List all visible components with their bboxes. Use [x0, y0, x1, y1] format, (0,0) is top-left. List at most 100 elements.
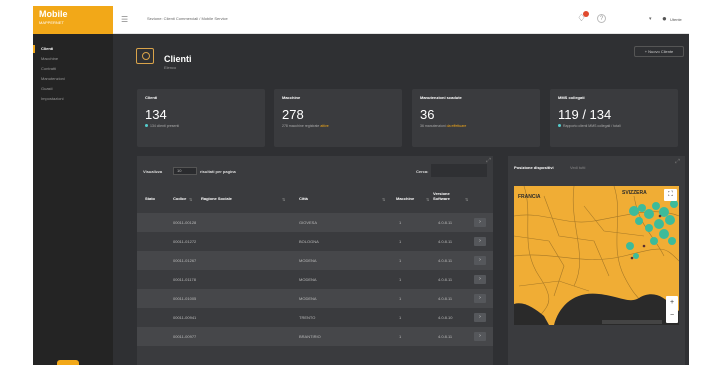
stat-desc-text: 278 macchine registrate [282, 124, 320, 128]
logo-title: Mobile [39, 9, 68, 19]
breadcrumb: Sezione: Clienti Commerciali / Mobile Se… [147, 16, 228, 21]
sidebar-item-guasti[interactable]: Guasti [33, 84, 113, 94]
page-size-select[interactable]: 10 [173, 167, 197, 175]
new-client-button[interactable]: + Nuovo Cliente [634, 46, 684, 57]
cell-code: 00011-01267 [173, 258, 197, 263]
stat-label: MMS collegati [558, 95, 585, 100]
sidebar-item-contratti[interactable]: Contratti [33, 64, 113, 74]
col-header-versione[interactable]: Versione Software [433, 191, 463, 201]
cell-machines: 1 [399, 277, 402, 282]
cell-version: 4.0.8.11 [438, 296, 453, 301]
page-size-label: Visualizza [143, 169, 163, 174]
stat-label: Manutenzioni scadute [420, 95, 462, 100]
col-header-macchine[interactable]: Macchine [396, 196, 414, 201]
search-input[interactable] [431, 164, 487, 177]
table-row[interactable]: 00011-01272 BOLOGNA 1 4.0.8.11 › [137, 232, 493, 251]
stat-desc: 36 manutenzioni da effettuare [420, 124, 532, 128]
zoom-in-button[interactable]: + [666, 296, 678, 309]
map-label: SVIZZERA [622, 190, 647, 196]
stat-label: Macchine [282, 95, 301, 100]
cell-code: 00011-00977 [173, 334, 197, 339]
table-row[interactable]: 00011-01178 MODENA 1 4.0.8.11 › [137, 270, 493, 289]
stat-card-machines: Macchine 278 278 macchine registrate att… [274, 89, 402, 147]
row-action-button[interactable]: › [474, 256, 486, 265]
sort-icon[interactable]: ⇅ [382, 197, 385, 202]
zoom-control: + − [666, 296, 678, 323]
user-icon[interactable]: ● [662, 14, 667, 23]
user-name[interactable]: Utente [670, 17, 682, 22]
map-label: FRANCIA [518, 194, 541, 200]
cell-code: 00011-01005 [173, 296, 197, 301]
stat-desc-text: Rapporto clienti MMS collegati / totali [563, 124, 621, 128]
col-header-citta[interactable]: Città [299, 196, 308, 201]
table-row[interactable]: 00011-00128 GIOVESA 1 4.0.8.11 › [137, 213, 493, 232]
stat-desc-text: 36 manutenzioni [420, 124, 446, 128]
sidebar-item-clienti[interactable]: Clienti [33, 44, 113, 54]
cell-machines: 1 [399, 334, 402, 339]
fullscreen-icon[interactable]: ⛶ [664, 189, 677, 201]
cell-code: 00011-01178 [173, 277, 196, 282]
cell-version: 4.0.8.11 [438, 277, 453, 282]
cell-city: GIOVESA [299, 220, 318, 225]
stat-desc-highlight: da effettuare [446, 124, 467, 128]
cell-machines: 1 [399, 220, 402, 225]
page-subtitle: Elenco [164, 65, 177, 70]
table-row[interactable]: 00011-01005 MODENA 1 4.0.8.11 › [137, 289, 493, 308]
main-content: Clienti Elenco + Nuovo Cliente Clienti 1… [113, 34, 689, 365]
device-map[interactable]: FRANCIA SVIZZERA ⛶ + − [514, 186, 679, 325]
col-header-ragione-sociale[interactable]: Ragione Sociale [201, 196, 232, 201]
cell-city: BOLOGNA [299, 239, 319, 244]
status-dot-icon [558, 124, 561, 127]
menu-icon[interactable]: ☰ [121, 15, 128, 24]
sidebar-item-impostazioni[interactable]: Impostazioni [33, 94, 113, 104]
cell-version: 4.0.8.11 [438, 239, 453, 244]
cell-code: 00011-00941 [173, 315, 197, 320]
col-header-stato[interactable]: Stato [145, 196, 155, 201]
sidebar: Mobile MAPPERNET Clienti Macchine Contra… [33, 6, 113, 365]
zoom-out-button[interactable]: − [666, 309, 678, 322]
row-action-button[interactable]: › [474, 218, 486, 227]
stat-value: 134 [145, 107, 167, 122]
col-header-codice[interactable]: Codice [173, 196, 186, 201]
stat-card-mms: MMS collegati 119 / 134 Rapporto clienti… [550, 89, 678, 147]
stat-desc: 278 macchine registrate attive [282, 124, 394, 128]
table-row[interactable]: 00011-00977 BRANTIRIO 1 4.0.8.11 › [137, 327, 493, 346]
table-row[interactable]: 00011-01267 MODENA 1 4.0.8.11 › [137, 251, 493, 270]
sidebar-item-macchine[interactable]: Macchine [33, 54, 113, 64]
map-panel: Posizione dispositivi Vedi tutti ⤢ FRANC… [508, 156, 685, 365]
table-header: Stato Codice ⇅ Ragione Sociale ⇅ Città ⇅… [137, 187, 493, 213]
page-size-suffix: risultati per pagina [200, 169, 236, 174]
stat-card-maintenance: Manutenzioni scadute 36 36 manutenzioni … [412, 89, 540, 147]
sort-icon[interactable]: ⇅ [189, 197, 192, 202]
sort-icon[interactable]: ⇅ [465, 197, 468, 202]
status-dot-icon [145, 124, 148, 127]
map-title: Posizione dispositivi [514, 165, 554, 170]
row-action-button[interactable]: › [474, 275, 486, 284]
cell-machines: 1 [399, 296, 402, 301]
row-action-button[interactable]: › [474, 332, 486, 341]
help-icon[interactable]: ? [597, 14, 606, 23]
sort-icon[interactable]: ⇅ [426, 197, 429, 202]
stat-label: Clienti [145, 95, 158, 100]
table-row[interactable]: 00011-00941 TRENTO 1 4.0.8.10 › [137, 308, 493, 327]
sidebar-item-manutenzioni[interactable]: Manutenzioni [33, 74, 113, 84]
row-action-button[interactable]: › [474, 294, 486, 303]
sidebar-footer-tab[interactable] [57, 360, 79, 365]
logo-subtitle: MAPPERNET [39, 20, 64, 25]
row-action-button[interactable]: › [474, 237, 486, 246]
sort-icon[interactable]: ⇅ [282, 197, 285, 202]
clients-icon [136, 48, 154, 64]
table-body: 00011-00128 GIOVESA 1 4.0.8.11 › 00011-0… [137, 213, 493, 346]
map-attribution [602, 320, 662, 324]
cell-city: TRENTO [299, 315, 316, 320]
cell-machines: 1 [399, 258, 402, 263]
row-action-button[interactable]: › [474, 313, 486, 322]
map-canvas: FRANCIA SVIZZERA [514, 186, 679, 325]
chevron-down-icon[interactable]: ▾ [649, 16, 652, 22]
search-label: Cerca: [416, 169, 429, 174]
notification-badge [583, 11, 589, 17]
app-logo[interactable]: Mobile MAPPERNET [33, 6, 113, 34]
cell-city: BRANTIRIO [299, 334, 321, 339]
expand-icon[interactable]: ⤢ [675, 159, 680, 166]
map-view-all-link[interactable]: Vedi tutti [570, 165, 585, 170]
